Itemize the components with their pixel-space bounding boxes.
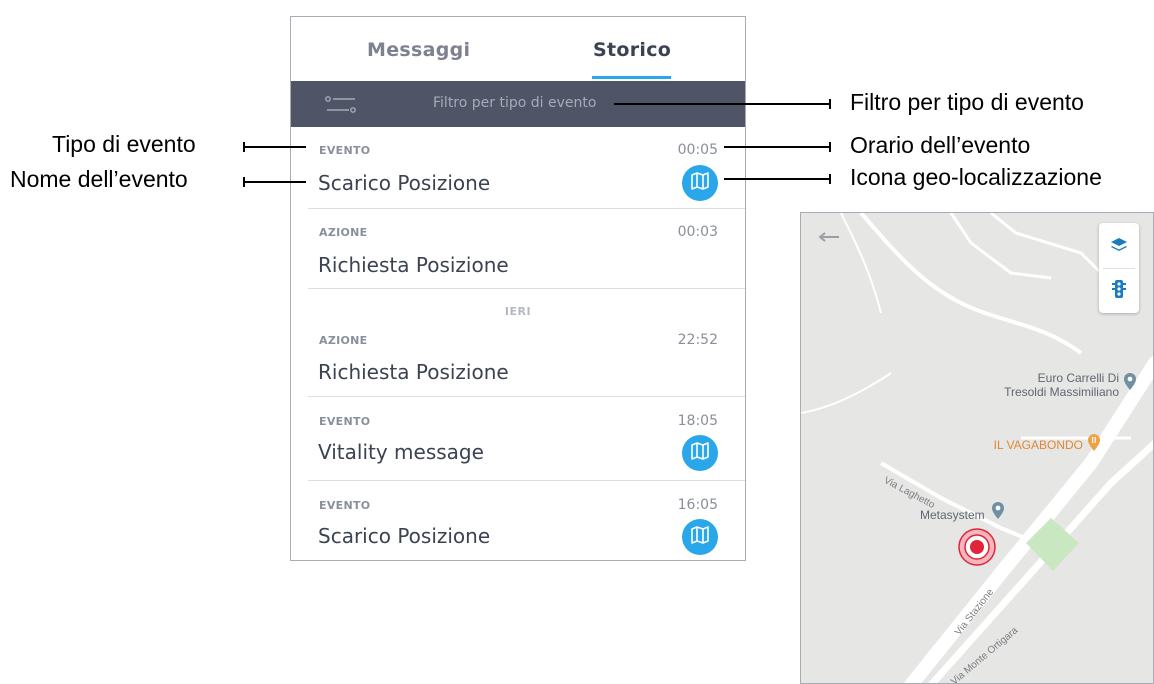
layers-button[interactable] xyxy=(1099,225,1139,269)
tab-messaggi[interactable]: Messaggi xyxy=(367,39,470,61)
callout-tick xyxy=(829,142,831,152)
history-panel: Messaggi Storico Filtro per tipo di even… xyxy=(290,16,746,561)
callout-tick xyxy=(829,99,831,109)
map-controls xyxy=(1099,223,1139,313)
callout-tick xyxy=(829,174,831,184)
annotation-event-type: Tipo di evento xyxy=(52,131,196,157)
layers-icon xyxy=(1110,237,1128,257)
traffic-light-icon xyxy=(1112,279,1126,303)
map-icon xyxy=(690,525,710,549)
place-pin-icon[interactable] xyxy=(1123,373,1137,395)
place-pin-icon[interactable] xyxy=(991,502,1005,524)
divider xyxy=(308,288,745,289)
restaurant-pin-icon[interactable] xyxy=(1087,434,1101,456)
event-name: Scarico Posizione xyxy=(318,524,491,548)
event-type: EVENTO xyxy=(319,144,371,157)
map-icon xyxy=(690,171,710,195)
event-type: AZIONE xyxy=(319,226,368,239)
active-tab-indicator xyxy=(592,76,671,79)
geo-map-button[interactable] xyxy=(682,435,718,471)
geo-map-button[interactable] xyxy=(682,165,718,201)
event-type: EVENTO xyxy=(319,499,371,512)
event-row[interactable]: AZIONE 22:52 Richiesta Posizione xyxy=(291,317,745,397)
event-time: 16:05 xyxy=(677,497,718,513)
event-name: Richiesta Posizione xyxy=(318,360,509,384)
sliders-icon[interactable] xyxy=(325,96,357,118)
event-time: 00:03 xyxy=(677,224,718,240)
tab-bar: Messaggi Storico xyxy=(291,17,745,81)
poi-label: IL VAGABONDO xyxy=(993,438,1083,452)
event-row[interactable]: EVENTO 16:05 Scarico Posizione xyxy=(291,481,745,560)
map-view[interactable]: Euro Carrelli Di Tresoldi Massimiliano I… xyxy=(800,212,1154,684)
poi-name: Euro Carrelli Di xyxy=(1037,371,1119,385)
annotation-event-name: Nome dell’evento xyxy=(10,166,188,192)
event-name: Vitality message xyxy=(318,440,484,464)
tab-storico[interactable]: Storico xyxy=(593,39,671,61)
traffic-button[interactable] xyxy=(1099,269,1139,313)
event-name: Richiesta Posizione xyxy=(318,253,509,277)
filter-label[interactable]: Filtro per tipo di evento xyxy=(433,95,596,111)
event-time: 00:05 xyxy=(677,142,718,158)
callout-line xyxy=(243,181,306,183)
arrow-left-icon[interactable] xyxy=(817,227,841,246)
event-time: 22:52 xyxy=(677,332,718,348)
callout-line xyxy=(724,146,830,148)
event-name: Scarico Posizione xyxy=(318,171,491,195)
event-time: 18:05 xyxy=(677,413,718,429)
callout-line xyxy=(724,178,830,180)
event-row[interactable]: AZIONE 00:03 Richiesta Posizione xyxy=(291,209,745,289)
event-type: AZIONE xyxy=(319,334,368,347)
annotation-event-time: Orario dell’evento xyxy=(850,132,1031,158)
annotation-filter: Filtro per tipo di evento xyxy=(850,89,1084,115)
callout-line xyxy=(243,146,306,148)
annotation-geo-icon: Icona geo-localizzazione xyxy=(850,164,1102,190)
event-row[interactable]: EVENTO 18:05 Vitality message xyxy=(291,397,745,481)
event-row[interactable]: EVENTO 00:05 Scarico Posizione xyxy=(291,127,745,209)
callout-line xyxy=(614,103,830,105)
location-marker-icon[interactable] xyxy=(957,527,997,571)
poi-label: Euro Carrelli Di Tresoldi Massimiliano xyxy=(1004,371,1119,399)
poi-name: Tresoldi Massimiliano xyxy=(1004,385,1119,399)
geo-map-button[interactable] xyxy=(682,519,718,555)
map-icon xyxy=(690,441,710,465)
event-type: EVENTO xyxy=(319,415,371,428)
